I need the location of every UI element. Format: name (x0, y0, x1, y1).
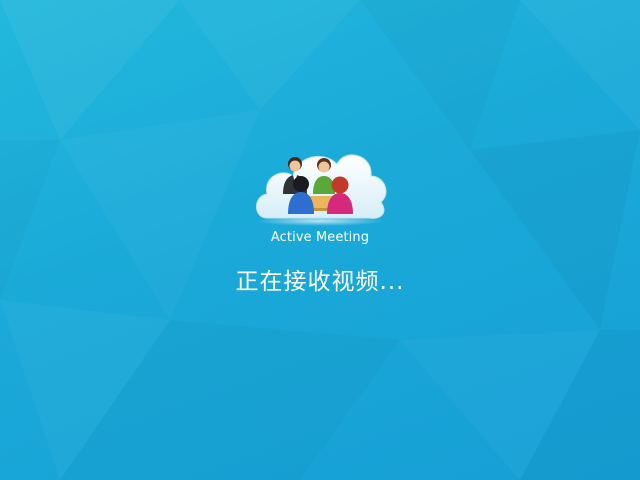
splash-screen: Active Meeting 正在接收视频... (0, 0, 640, 480)
loading-status-text: 正在接收视频... (235, 269, 405, 295)
meeting-cloud-logo-icon (256, 154, 387, 226)
splash-content: Active Meeting 正在接收视频... (0, 138, 640, 296)
app-name-label: Active Meeting (270, 230, 370, 245)
